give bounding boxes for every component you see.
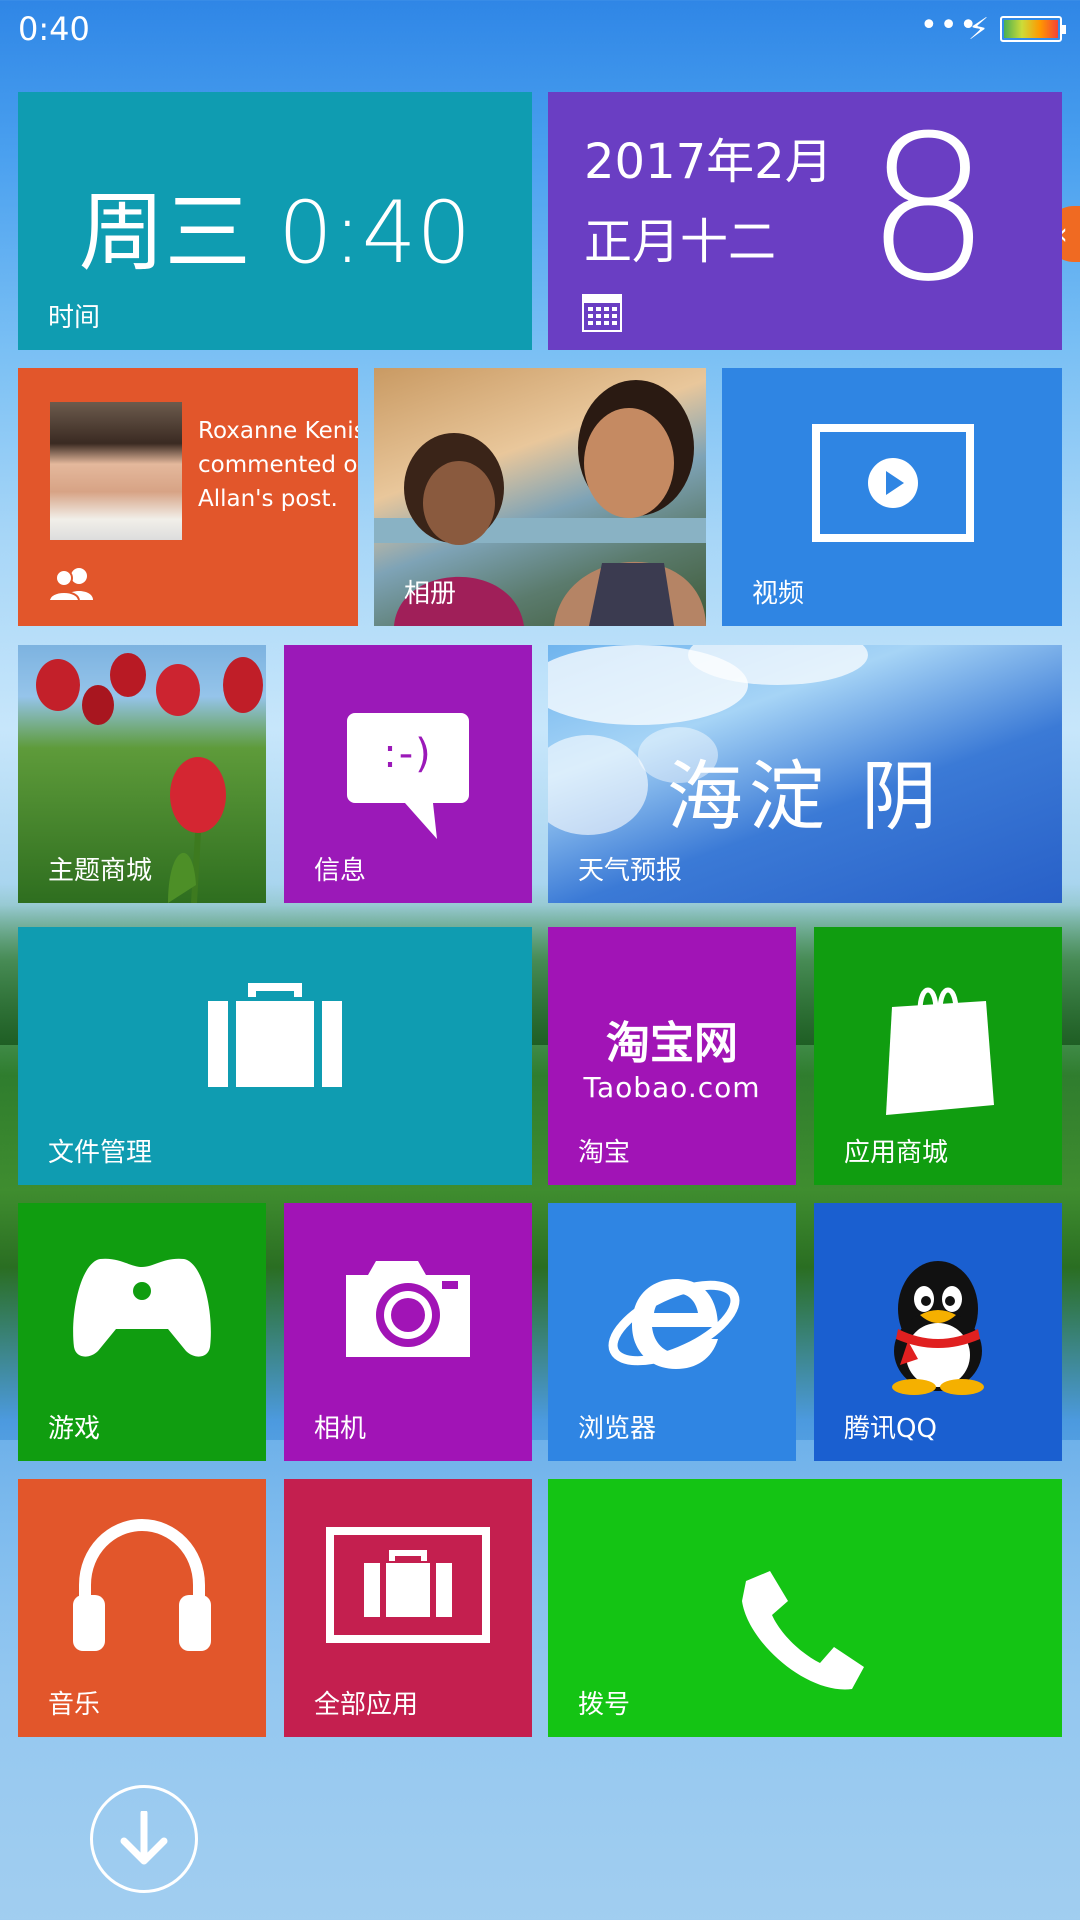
dial-tile[interactable]: 拨号: [548, 1479, 1062, 1737]
calendar-day: 8: [864, 93, 992, 326]
calendar-lunar-date: 正月十二: [584, 214, 777, 270]
weather-tile-label: 天气预报: [578, 856, 683, 886]
all-apps-icon: [326, 1527, 490, 1643]
all-apps-tile-label: 全部应用: [314, 1690, 419, 1720]
video-tile[interactable]: 视频: [722, 368, 1062, 626]
notification-line-3: Allan's post.: [198, 486, 338, 512]
status-clock: 0:40: [18, 10, 90, 48]
theme-store-tile-label: 主题商城: [48, 856, 153, 886]
camera-icon: [346, 1261, 470, 1357]
gamepad-icon: [73, 1258, 211, 1357]
avatar: [50, 402, 182, 540]
browser-tile-label: 浏览器: [578, 1414, 657, 1444]
qq-tile-label: 腾讯QQ: [844, 1414, 937, 1444]
shopping-bag-icon: [886, 987, 994, 1115]
notification-line-1: Roxanne Kenis: [198, 418, 358, 444]
video-icon: [812, 424, 974, 542]
album-tile-label: 相册: [404, 579, 457, 609]
file-manager-tile[interactable]: 文件管理: [18, 927, 532, 1185]
notification-line-2: commented o: [198, 452, 358, 478]
phone-icon: [742, 1571, 864, 1690]
browser-tile[interactable]: 浏览器: [548, 1203, 796, 1461]
dial-tile-label: 拨号: [578, 1690, 631, 1720]
camera-tile[interactable]: 相机: [284, 1203, 532, 1461]
message-tile-label: 信息: [314, 856, 367, 886]
arrow-down-icon: [120, 1811, 168, 1865]
message-tile[interactable]: :-) 信息: [284, 645, 532, 903]
battery-icon: [1000, 16, 1066, 42]
game-tile-label: 游戏: [48, 1414, 101, 1444]
people-icon: [48, 568, 93, 602]
theme-store-tile[interactable]: 主题商城: [18, 645, 266, 903]
charging-icon: ⚡: [968, 12, 990, 47]
video-tile-label: 视频: [752, 579, 805, 609]
time-tile-label: 时间: [48, 303, 101, 333]
calendar-year-month: 2017年2月: [584, 134, 833, 190]
taobao-logo-en: Taobao.com: [583, 1071, 761, 1104]
scroll-down-button[interactable]: [90, 1785, 198, 1893]
weather-tile[interactable]: 海淀 阴 天气预报: [548, 645, 1062, 903]
camera-tile-label: 相机: [314, 1414, 367, 1444]
file-manager-tile-label: 文件管理: [48, 1138, 153, 1168]
album-tile[interactable]: 相册: [374, 368, 706, 626]
qq-tile[interactable]: 腾讯QQ: [814, 1203, 1062, 1461]
all-apps-tile[interactable]: 全部应用: [284, 1479, 532, 1737]
app-store-tile-label: 应用商城: [844, 1138, 949, 1168]
app-store-tile[interactable]: 应用商城: [814, 927, 1062, 1185]
people-tile[interactable]: Roxanne Kenis commented o Allan's post.: [18, 368, 358, 626]
game-tile[interactable]: 游戏: [18, 1203, 266, 1461]
taobao-tile[interactable]: 淘宝网 Taobao.com 淘宝: [548, 927, 796, 1185]
calendar-tile[interactable]: 2017年2月 正月十二 8: [548, 92, 1062, 350]
time-tile[interactable]: 周三 0:40 时间: [18, 92, 532, 350]
music-tile-label: 音乐: [48, 1690, 101, 1720]
people-notification: Roxanne Kenis commented o Allan's post.: [198, 414, 358, 516]
headphones-icon: [73, 1518, 211, 1651]
browser-icon: [608, 1279, 740, 1369]
time-display: 周三 0:40: [78, 183, 472, 283]
taobao-logo-cn: 淘宝网: [606, 1018, 738, 1069]
calendar-icon: [582, 294, 622, 332]
message-emoticon: :-): [383, 731, 433, 777]
weather-text: 海淀 阴: [666, 752, 944, 841]
status-bar: 0:40 ••• ⚡: [0, 0, 1080, 60]
taobao-logo: 淘宝网 Taobao.com: [548, 1007, 796, 1104]
briefcase-icon: [208, 983, 342, 1087]
taobao-tile-label: 淘宝: [578, 1138, 631, 1168]
qq-penguin-icon: [892, 1261, 984, 1395]
music-tile[interactable]: 音乐: [18, 1479, 266, 1737]
